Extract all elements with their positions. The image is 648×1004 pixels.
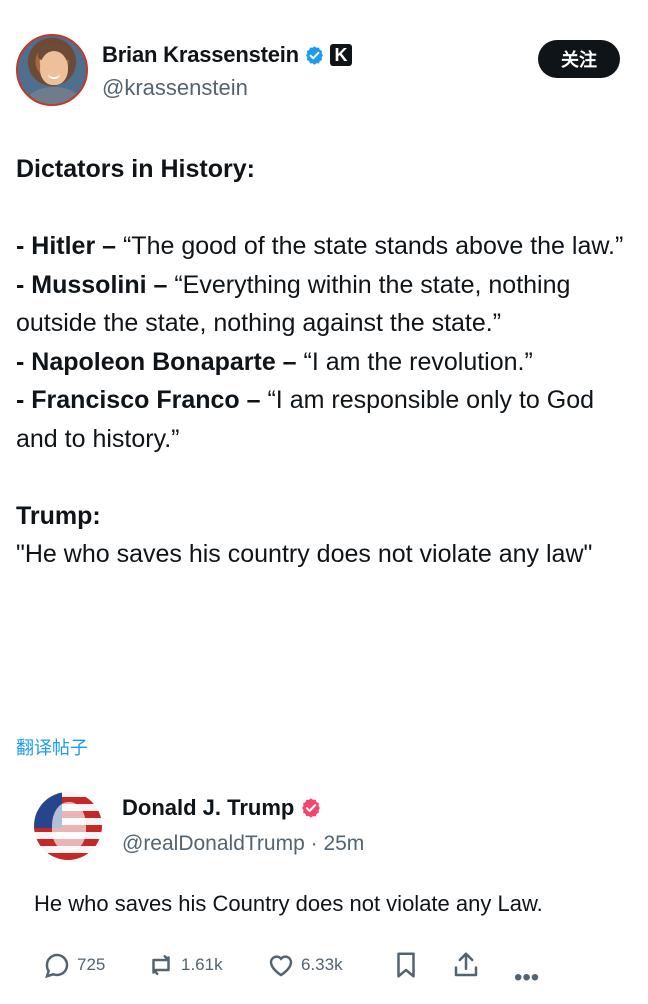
- affiliation-badge-icon[interactable]: K: [329, 44, 352, 66]
- truth-verified-badge-icon: [302, 798, 321, 818]
- dictator-quote-mussolini: - Mussolini – “Everything within the sta…: [16, 270, 571, 338]
- trump-label: Trump:: [16, 501, 101, 530]
- reply-icon: [45, 953, 69, 979]
- bookmark-icon: [397, 952, 415, 978]
- dictator-quote-hitler: - Hitler – “The good of the state stands…: [16, 232, 624, 260]
- quoted-post-text: He who saves his Country does not violat…: [34, 891, 543, 916]
- author-name[interactable]: Brian Krassenstein: [102, 42, 299, 68]
- post-heading: Dictators in History:: [16, 155, 255, 183]
- share-icon: [454, 952, 478, 977]
- heart-icon: [269, 955, 293, 977]
- reply-count: 725: [77, 955, 106, 974]
- verified-badge-icon: [305, 45, 323, 65]
- quoted-author-name[interactable]: Donald J. Trump: [122, 795, 294, 821]
- author-name-row: Brian Krassenstein K: [102, 42, 352, 68]
- author-handle[interactable]: @krassenstein: [102, 75, 248, 101]
- like-count: 6.33k: [301, 955, 343, 974]
- dictator-quote-franco: - Francisco Franco – “I am responsible o…: [16, 386, 595, 453]
- post-header: Brian Krassenstein K @krassenstein 关注: [16, 34, 632, 110]
- repost-button[interactable]: 1.61k: [146, 950, 223, 980]
- post-actions: 725 1.61k 6.33k •••: [42, 950, 562, 992]
- trump-quote: "He who saves his country does not viola…: [16, 540, 593, 568]
- translate-post-link[interactable]: 翻译帖子: [16, 734, 88, 760]
- repost-count: 1.61k: [181, 955, 223, 974]
- share-button[interactable]: [451, 950, 481, 980]
- bookmark-button[interactable]: [391, 950, 421, 980]
- author-avatar[interactable]: [16, 34, 88, 106]
- repost-icon: [152, 955, 170, 975]
- dictator-quote-napoleon: - Napoleon Bonaparte – “I am the revolut…: [16, 347, 533, 376]
- quoted-handle-time: @realDonaldTrump · 25m: [122, 832, 365, 855]
- follow-button[interactable]: 关注: [538, 40, 620, 78]
- post-body: Dictators in History: - Hitler – “The go…: [16, 150, 626, 574]
- quoted-name-row: Donald J. Trump: [122, 795, 322, 821]
- quoted-author-avatar[interactable]: [34, 792, 102, 860]
- reply-button[interactable]: 725: [42, 950, 105, 980]
- more-options-icon[interactable]: •••: [514, 964, 539, 992]
- like-button[interactable]: 6.33k: [266, 950, 343, 980]
